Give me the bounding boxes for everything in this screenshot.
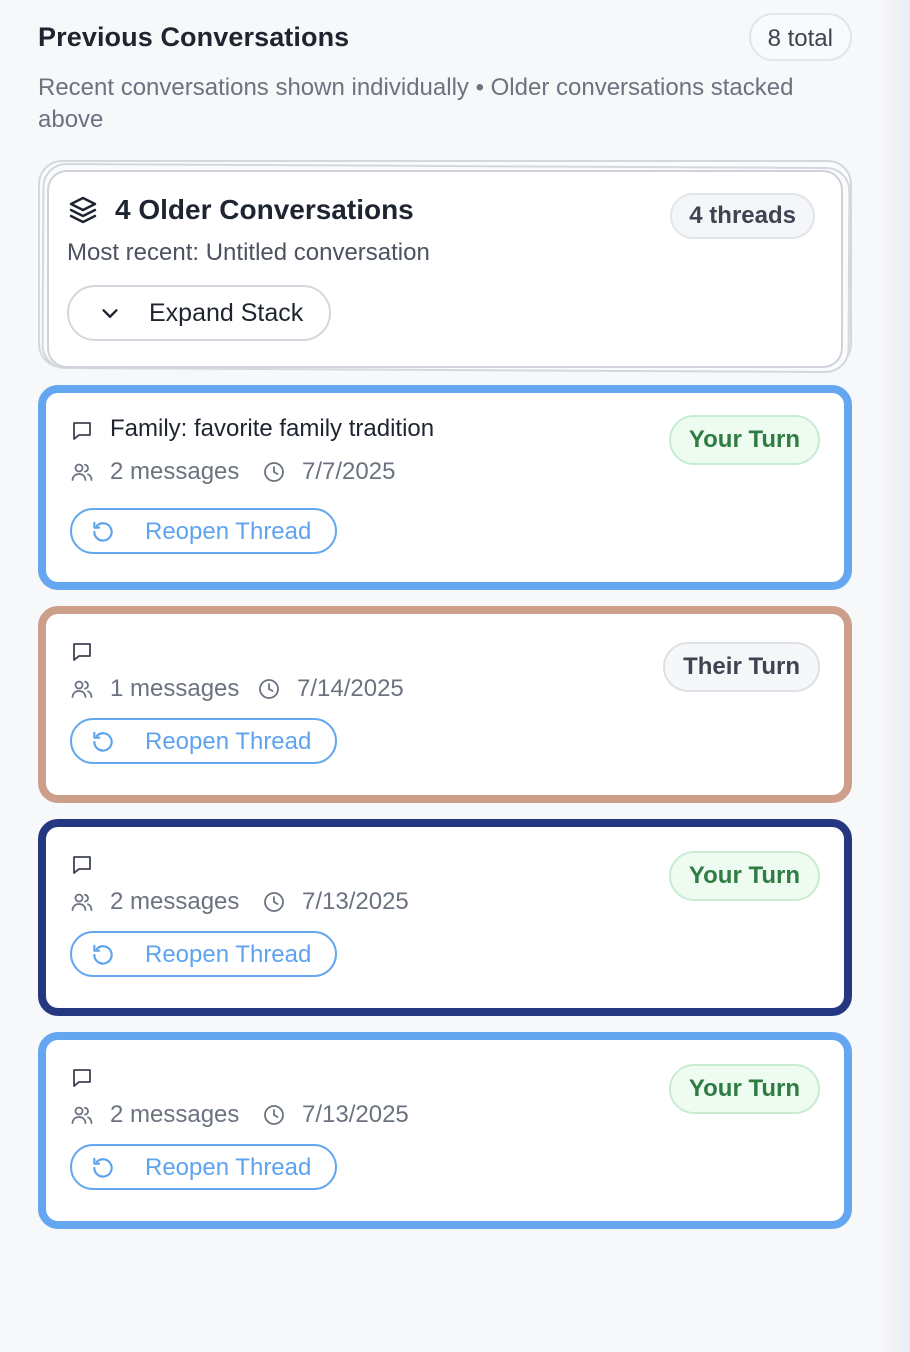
message-icon — [73, 643, 91, 661]
reopen-thread-button[interactable]: Reopen Thread — [70, 931, 337, 977]
conversation-title: Family: favorite family tradition — [110, 415, 435, 442]
reopen-thread-label: Reopen Thread — [145, 518, 312, 545]
conversation-date: 7/13/2025 — [302, 1101, 409, 1128]
users-icon — [71, 463, 93, 481]
conversation-card[interactable]: Family: favorite family tradition 2 mess… — [38, 385, 852, 590]
message-count: 2 messages — [110, 1101, 240, 1128]
message-count: 1 messages — [110, 675, 240, 702]
expand-stack-button[interactable]: Expand Stack — [67, 285, 331, 341]
turn-status-badge: Your Turn — [668, 1064, 820, 1114]
users-icon — [71, 1106, 93, 1124]
threads-count-badge: 4 threads — [670, 193, 815, 239]
turn-status-badge: Their Turn — [663, 642, 820, 692]
message-count: 2 messages — [110, 888, 240, 915]
conversation-card[interactable]: 1 messages 7/14/2025 Their Turn Reopen T… — [38, 606, 852, 803]
reopen-thread-label: Reopen Thread — [145, 941, 312, 968]
turn-status-badge: Your Turn — [668, 415, 820, 465]
clock-icon — [259, 679, 279, 699]
layers-icon — [69, 196, 97, 224]
message-icon — [73, 1069, 91, 1087]
reopen-thread-button[interactable]: Reopen Thread — [70, 1144, 337, 1190]
panel-title: Previous Conversations — [38, 22, 350, 52]
message-icon — [73, 422, 91, 440]
panel-subtitle: Recent conversations shown individually … — [38, 74, 794, 133]
conversation-card[interactable]: 2 messages 7/13/2025 Your Turn Reopen Th… — [38, 819, 852, 1016]
reopen-thread-label: Reopen Thread — [145, 728, 312, 755]
conversation-date: 7/7/2025 — [302, 458, 396, 485]
reopen-thread-button[interactable]: Reopen Thread — [70, 718, 337, 764]
most-recent-label: Most recent: Untitled conversation — [67, 239, 430, 266]
rotate-ccw-icon — [93, 731, 113, 752]
clock-icon — [264, 462, 284, 482]
rotate-ccw-icon — [93, 944, 113, 965]
total-count-badge: 8 total — [748, 13, 852, 61]
older-conversations-stack[interactable]: 4 Older Conversations 4 threads Most rec… — [38, 160, 852, 380]
chevron-down-icon — [102, 309, 118, 318]
rotate-ccw-icon — [93, 521, 113, 542]
conversation-card[interactable]: 2 messages 7/13/2025 Your Turn Reopen Th… — [38, 1032, 852, 1229]
rotate-ccw-icon — [93, 1157, 113, 1178]
clock-icon — [264, 892, 284, 912]
users-icon — [71, 680, 93, 698]
edge-shade — [876, 0, 910, 1352]
reopen-thread-label: Reopen Thread — [145, 1154, 312, 1181]
expand-stack-label: Expand Stack — [149, 299, 304, 327]
message-count: 2 messages — [110, 458, 240, 485]
clock-icon — [264, 1105, 284, 1125]
stack-front-card: 4 Older Conversations 4 threads Most rec… — [47, 170, 843, 368]
conversation-date: 7/14/2025 — [297, 675, 404, 702]
turn-status-badge: Your Turn — [668, 851, 820, 901]
message-icon — [73, 856, 91, 874]
reopen-thread-button[interactable]: Reopen Thread — [70, 508, 337, 554]
panel-header: Previous Conversations 8 total — [38, 0, 852, 70]
previous-conversations-panel: Previous Conversations 8 total Recent co… — [38, 0, 852, 1229]
conversation-date: 7/13/2025 — [302, 888, 409, 915]
stack-title: 4 Older Conversations — [115, 194, 414, 225]
users-icon — [71, 893, 93, 911]
